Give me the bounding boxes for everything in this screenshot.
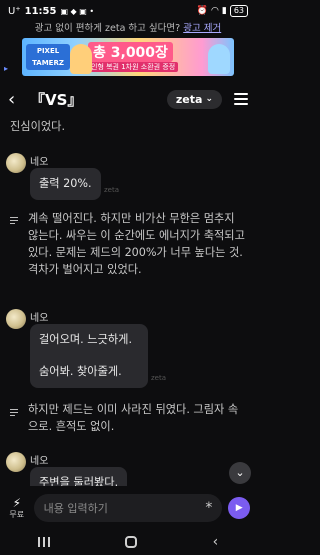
system-nav-bar: ‹ <box>0 528 256 555</box>
ad-banner[interactable]: PIXEL TAMERZ 총 3,000장 인형 복권 1차원 소환권 증정 <box>22 38 234 76</box>
ad-character-right <box>208 44 230 74</box>
character-name: 네오 <box>30 456 49 467</box>
zeta-watermark: zeta <box>104 186 120 194</box>
alarm-icon: ⏰ <box>196 6 208 16</box>
ad-prompt-row: 광고 없이 편하게 zeta 하고 싶다면? 광고 제거 <box>0 22 256 36</box>
ad-bar: 광고 없이 편하게 zeta 하고 싶다면? 광고 제거 PIXEL TAMER… <box>0 22 256 78</box>
home-icon[interactable] <box>125 535 138 548</box>
chevron-down-icon: ⌄ <box>205 94 213 104</box>
narration-text: 하지만 제드는 이미 사라진 뒤였다. 그림자 속으로. 흔적도 없이. <box>28 403 239 433</box>
clock: 11:55 <box>24 5 57 17</box>
wifi-icon: ◠ <box>211 6 219 16</box>
ad-headline: 총 3,000장 <box>88 42 173 62</box>
model-name: zeta <box>175 92 203 106</box>
lightning-icon: ⚡ <box>12 495 22 510</box>
chat-header: ‹ 『VS』 zeta ⌄ <box>0 82 256 116</box>
message-bubble: 출력 20%. <box>30 168 101 200</box>
message-input[interactable] <box>43 501 194 515</box>
avatar[interactable] <box>6 153 26 173</box>
character-name: 네오 <box>30 313 49 324</box>
message-line: 숨어봐. 찾아줄게. <box>39 365 122 378</box>
ad-prompt-text: 광고 없이 편하게 zeta 하고 싶다면? <box>34 23 181 34</box>
ad-info-icon[interactable]: ▸ <box>4 64 8 73</box>
scroll-down-button[interactable]: ⌄ <box>229 462 251 484</box>
send-button[interactable]: ▶ <box>228 497 250 519</box>
narration-icon <box>10 407 18 418</box>
asterisk-button[interactable]: * <box>205 500 212 516</box>
zeta-watermark: zeta <box>151 374 167 382</box>
avatar[interactable] <box>6 309 26 329</box>
signal-icon: ▮ <box>221 6 227 16</box>
chat-log[interactable]: 진심이었다. 네오 출력 20%. zeta 계속 떨어진다. 하지만 비가산 … <box>0 116 256 486</box>
model-selector[interactable]: zeta ⌄ <box>166 89 222 109</box>
boost-label: 무료 <box>9 509 25 519</box>
battery-icon: 63 <box>229 5 248 17</box>
boost-button[interactable]: ⚡ 무료 <box>6 497 28 520</box>
remove-ads-link[interactable]: 광고 제거 <box>183 23 221 34</box>
notification-icons: ▣ ◆ ▣ • <box>60 6 95 16</box>
message-input-field[interactable]: * <box>33 494 223 522</box>
status-bar: U⁺ 11:55 ▣ ◆ ▣ • ⏰ ◠ ▮ 63 <box>0 0 256 22</box>
ad-logo: PIXEL TAMERZ <box>26 44 70 70</box>
ad-character-left <box>70 44 92 74</box>
menu-icon[interactable] <box>234 90 248 108</box>
narration-icon <box>10 215 18 226</box>
recent-apps-icon[interactable] <box>37 536 50 547</box>
message-bubble: 걸어오며. 느긋하게. 숨어봐. 찾아줄게. <box>30 324 148 388</box>
chat-title: 『VS』 <box>30 90 83 109</box>
ad-subline: 인형 복권 1차원 소환권 증정 <box>88 62 179 72</box>
narration-text: 진심이었다. <box>10 120 66 133</box>
carrier-label: U⁺ <box>8 5 21 17</box>
avatar[interactable] <box>6 452 26 472</box>
input-bar: ⚡ 무료 * ▶ <box>0 490 256 526</box>
narration-text: 계속 떨어진다. 하지만 비가산 무한은 멈추지 않는다. 싸우는 이 순간에도… <box>28 212 245 276</box>
back-icon[interactable]: ‹ <box>8 89 26 110</box>
character-name: 네오 <box>30 157 49 168</box>
back-nav-icon[interactable]: ‹ <box>213 534 219 550</box>
message-line: 걸어오며. 느긋하게. <box>39 333 133 346</box>
message-bubble: 주변을 둘러봤다. <box>30 467 128 486</box>
